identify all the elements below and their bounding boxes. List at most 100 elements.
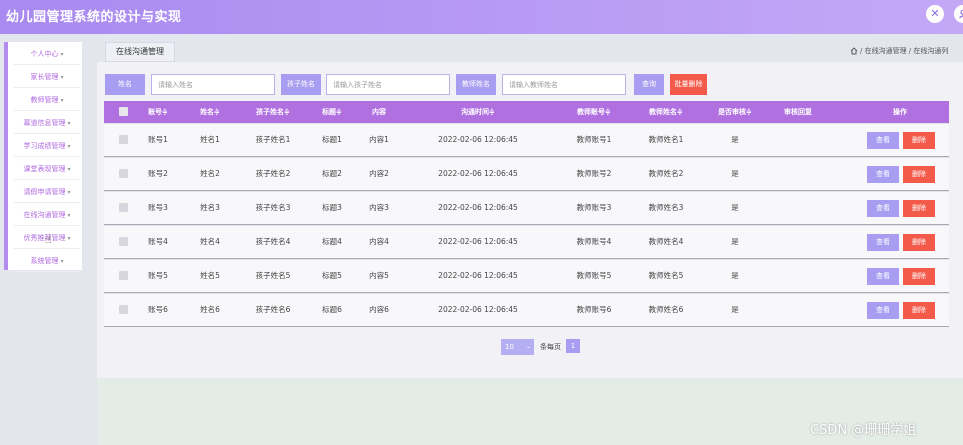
- sidebar-item-leave[interactable]: 请假申请管理 ▾: [12, 181, 82, 203]
- cell-child-name: 孩子姓名5: [255, 271, 291, 280]
- row-checkbox[interactable]: [119, 135, 128, 144]
- column-header[interactable]: 沟通时间≑: [434, 101, 522, 123]
- page-number-button[interactable]: 1: [566, 339, 580, 353]
- chevron-down-icon: ⌄: [525, 343, 531, 350]
- cell-teacher-account: 教师账号6: [576, 305, 612, 314]
- cell-account: 账号4: [148, 237, 168, 246]
- row-checkbox[interactable]: [119, 203, 128, 212]
- delete-button[interactable]: 删除: [903, 302, 935, 319]
- select-all-checkbox[interactable]: [119, 107, 128, 116]
- cell-name: 姓名4: [200, 237, 220, 246]
- chevron-down-icon: ▾: [60, 97, 64, 104]
- cell-time: 2022-02-06 12:06:45: [438, 237, 518, 246]
- search-button[interactable]: 查询: [634, 74, 664, 95]
- name-filter-label: 姓名: [105, 74, 145, 95]
- child-name-filter-label: 孩子姓名: [281, 74, 321, 95]
- cell-time: 2022-02-06 12:06:45: [438, 271, 518, 280]
- sidebar-item-label: 教师管理: [30, 96, 59, 104]
- sidebar-item-grades[interactable]: 学习成绩管理 ▾: [12, 135, 82, 157]
- cell-time: 2022-02-06 12:06:45: [438, 305, 518, 314]
- column-header[interactable]: 姓名≑: [186, 101, 234, 123]
- view-button[interactable]: 查看: [867, 166, 899, 183]
- row-checkbox[interactable]: [119, 169, 128, 178]
- column-header[interactable]: 教师姓名≑: [636, 101, 696, 123]
- batch-delete-button[interactable]: 批量删除: [670, 74, 707, 95]
- cell-title: 标题6: [322, 305, 342, 314]
- app-title: 幼儿园管理系统的设计与实现: [6, 10, 182, 25]
- cell-teacher-account: 教师账号1: [576, 135, 612, 144]
- sidebar-item-label: 课堂表现管理: [23, 165, 66, 173]
- home-icon[interactable]: [850, 47, 858, 55]
- cell-teacher-account: 教师账号3: [576, 203, 612, 212]
- table-row: 账号5 姓名5 孩子姓名5 标题5 内容5 2022-02-06 12:06:4…: [104, 259, 949, 293]
- table-row: 账号3 姓名3 孩子姓名3 标题3 内容3 2022-02-06 12:06:4…: [104, 191, 949, 225]
- cell-teacher-account: 教师账号2: [576, 169, 612, 178]
- row-checkbox[interactable]: [119, 237, 128, 246]
- cell-teacher-name: 教师姓名4: [648, 237, 684, 246]
- chevron-down-icon: ▾: [67, 212, 71, 219]
- sidebar-item-system[interactable]: 系统管理 ▾: [12, 250, 82, 272]
- cell-child-name: 孩子姓名6: [255, 305, 291, 314]
- view-button[interactable]: 查看: [867, 200, 899, 217]
- delete-button[interactable]: 删除: [903, 132, 935, 149]
- teacher-name-input[interactable]: [502, 74, 626, 95]
- chevron-down-icon: ▾: [67, 120, 71, 127]
- cell-teacher-account: 教师账号5: [576, 271, 612, 280]
- delete-button[interactable]: 删除: [903, 268, 935, 285]
- view-button[interactable]: 查看: [867, 302, 899, 319]
- cell-title: 标题5: [322, 271, 342, 280]
- per-page-label: 条每页: [540, 343, 561, 351]
- row-checkbox[interactable]: [119, 271, 128, 280]
- cell-title: 标题4: [322, 237, 342, 246]
- table-row: 账号1 姓名1 孩子姓名1 标题1 内容1 2022-02-06 12:06:4…: [104, 123, 949, 157]
- page-size-select[interactable]: 10 ⌄: [501, 339, 534, 355]
- column-header[interactable]: 教师账号≑: [564, 101, 624, 123]
- chevron-down-icon: ▾: [60, 74, 64, 81]
- cell-teacher-name: 教师姓名5: [648, 271, 684, 280]
- sidebar-item-label: 学习成绩管理: [23, 142, 66, 150]
- close-icon[interactable]: ✕: [926, 5, 944, 23]
- cell-teacher-account: 教师账号4: [576, 237, 612, 246]
- sidebar-item-communication[interactable]: 在线沟通管理 ▾: [12, 204, 82, 226]
- cell-account: 账号2: [148, 169, 168, 178]
- cell-child-name: 孩子姓名3: [255, 203, 291, 212]
- sidebar-item-teachers[interactable]: 教师管理 ▾: [12, 89, 82, 111]
- cell-child-name: 孩子姓名4: [255, 237, 291, 246]
- name-input[interactable]: [151, 74, 275, 95]
- sidebar-item-info[interactable]: 幕道信息管理 ▾: [12, 112, 82, 134]
- breadcrumb-text: / 在线沟通管理 / 在线沟通列: [860, 47, 949, 55]
- cell-reviewed: 是: [731, 271, 739, 280]
- cell-child-name: 孩子姓名2: [255, 169, 291, 178]
- chevron-down-icon: ▾: [67, 143, 71, 150]
- column-header[interactable]: 账号≑: [134, 101, 182, 123]
- chevron-down-icon: ▾: [60, 51, 64, 58]
- cell-teacher-name: 教师姓名3: [648, 203, 684, 212]
- cell-name: 姓名2: [200, 169, 220, 178]
- sidebar-item-personal-center[interactable]: 个人中心 ▾: [12, 43, 82, 65]
- column-header: 内容: [372, 108, 386, 116]
- sidebar-item-performance[interactable]: 课堂表现管理 ▾: [12, 158, 82, 180]
- row-checkbox[interactable]: [119, 305, 128, 314]
- chevron-down-icon: ▾: [60, 258, 64, 265]
- column-header[interactable]: 标题≑: [308, 101, 356, 123]
- tab-online-communication[interactable]: 在线沟通管理: [105, 42, 175, 62]
- cell-time: 2022-02-06 12:06:45: [438, 169, 518, 178]
- cell-title: 标题3: [322, 203, 342, 212]
- column-header[interactable]: 孩子姓名≑: [244, 101, 302, 123]
- delete-button[interactable]: 删除: [903, 234, 935, 251]
- cell-title: 标题1: [322, 135, 342, 144]
- chevron-down-icon: ▾: [67, 235, 71, 242]
- cell-reviewed: 是: [731, 237, 739, 246]
- column-header[interactable]: 是否审核≑: [709, 101, 761, 123]
- view-button[interactable]: 查看: [867, 132, 899, 149]
- child-name-input[interactable]: [326, 74, 450, 95]
- delete-button[interactable]: 删除: [903, 200, 935, 217]
- cell-account: 账号1: [148, 135, 168, 144]
- sidebar-item-parents[interactable]: 家长管理 ▾: [12, 66, 82, 88]
- view-button[interactable]: 查看: [867, 234, 899, 251]
- cell-content: 内容6: [369, 305, 389, 314]
- cell-reviewed: 是: [731, 135, 739, 144]
- view-button[interactable]: 查看: [867, 268, 899, 285]
- delete-button[interactable]: 删除: [903, 166, 935, 183]
- cell-account: 账号3: [148, 203, 168, 212]
